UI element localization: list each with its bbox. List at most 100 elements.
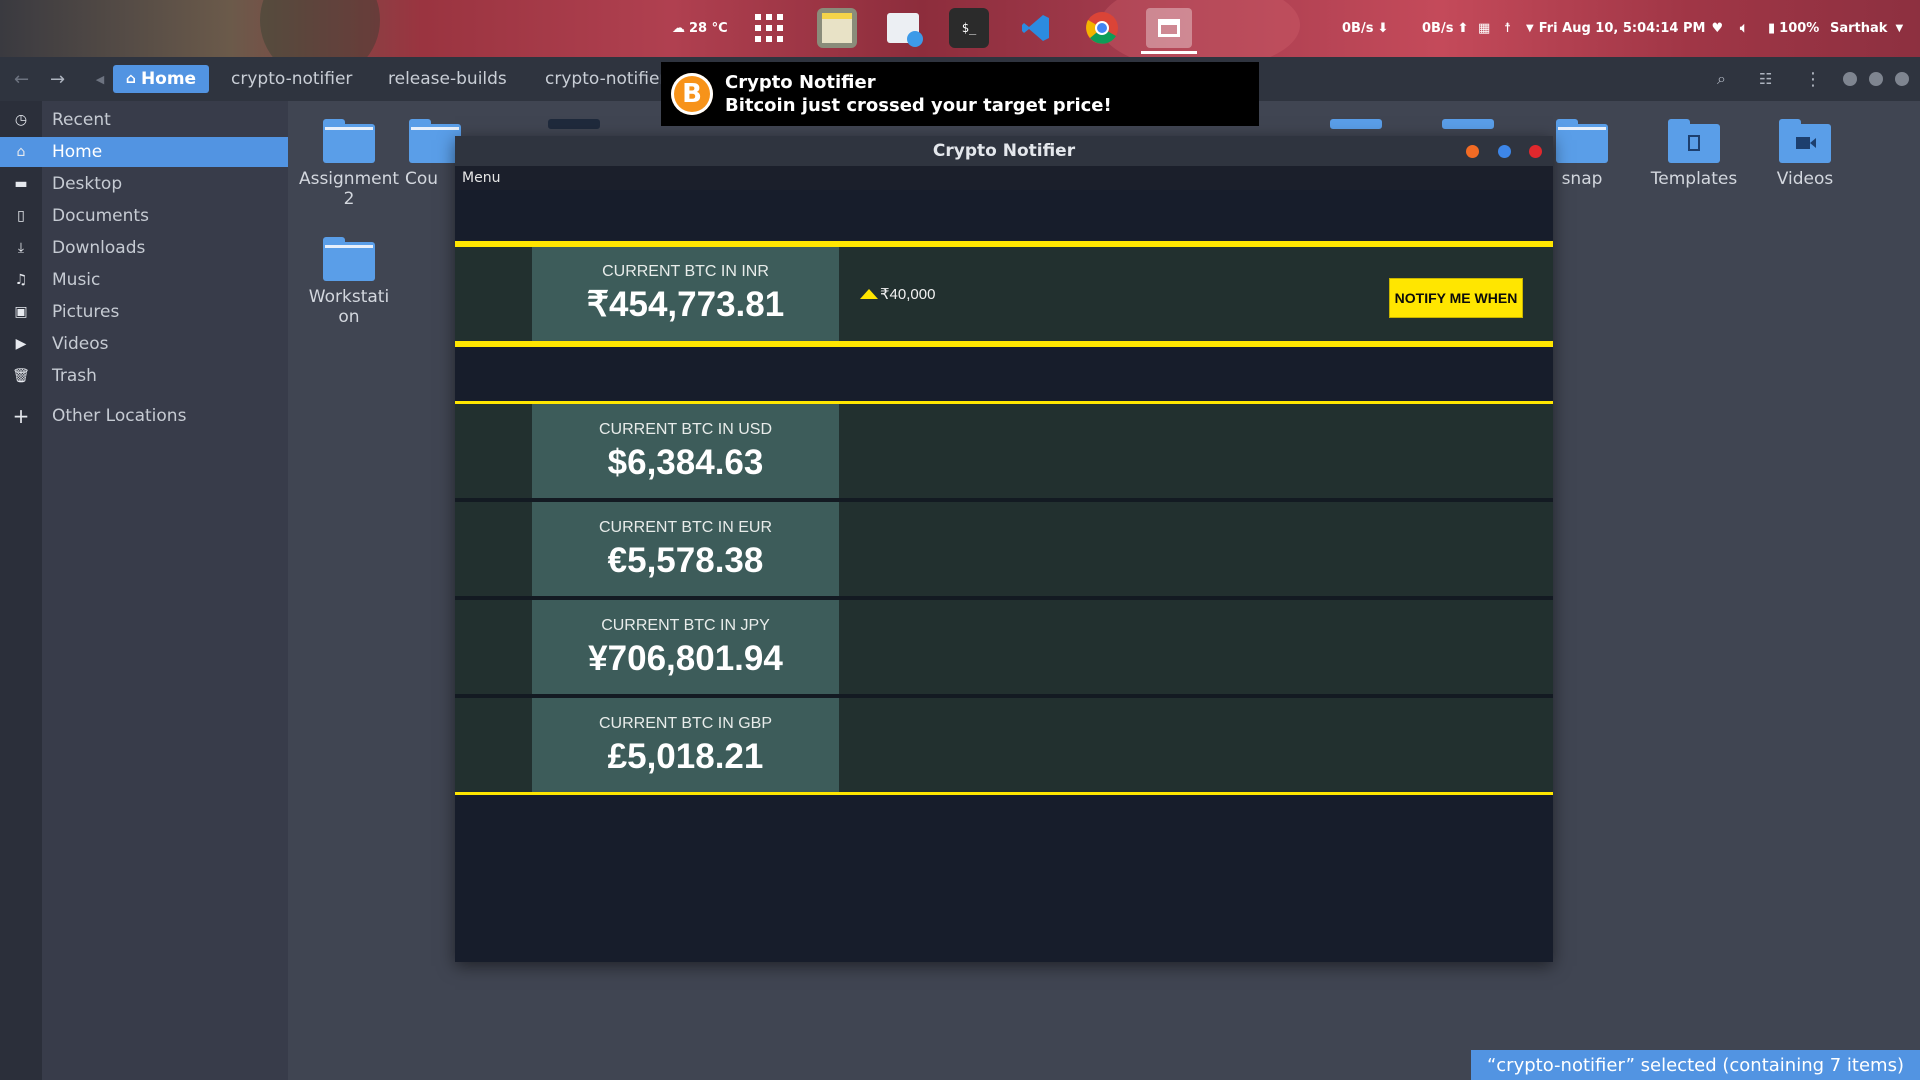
sidebar-item-label: Downloads [52, 238, 146, 258]
sidebar-item-label: Recent [52, 110, 111, 130]
inr-value: ₹454,773.81 [586, 285, 785, 324]
sidebar-item-videos[interactable]: ▶ Videos [0, 329, 288, 359]
sidebar-item-recent[interactable]: ◷ Recent [0, 105, 288, 135]
target-price: ₹40,000 [860, 285, 935, 303]
sidebar-item-other-locations[interactable]: + Other Locations [0, 401, 288, 431]
notification-title: Crypto Notifier [725, 72, 876, 93]
crumb-crypto-notifier-current[interactable]: crypto-notifier [545, 65, 666, 93]
wallpaper-decoration [260, 0, 380, 57]
store-icon[interactable] [883, 8, 923, 48]
volume-icon[interactable]: 🔈︎ [1740, 0, 1748, 57]
vscode-icon[interactable] [1016, 8, 1056, 48]
sidebar-item-label: Other Locations [52, 406, 187, 426]
folder-icon [1556, 119, 1608, 163]
minimize-button[interactable] [1843, 72, 1857, 86]
sidebar-item-label: Videos [52, 334, 109, 354]
jpy-caption: CURRENT BTC IN JPY [601, 617, 770, 634]
folder-label: Templates [1650, 169, 1738, 189]
battery-icon: ▮ [1768, 21, 1776, 36]
weather-indicator[interactable]: ☁ 28 °C [672, 0, 728, 57]
sidebar-item-trash[interactable]: 🗑︎ Trash [0, 361, 288, 391]
close-button[interactable] [1529, 145, 1542, 158]
wallpaper-decoration [1100, 0, 1300, 57]
usd-caption: CURRENT BTC IN USD [598, 421, 773, 438]
forward-button[interactable]: → [50, 57, 65, 101]
window-titlebar[interactable]: Crypto Notifier [455, 136, 1553, 166]
accessibility-icon[interactable]: ☨ [1504, 0, 1511, 57]
eur-price-box: CURRENT BTC IN EUR €5,578.38 [532, 502, 839, 596]
bitcoin-icon: B [671, 73, 713, 115]
inr-price-box: CURRENT BTC IN INR ₹454,773.81 [532, 247, 839, 341]
usd-value: $6,384.63 [607, 443, 764, 482]
terminal-icon[interactable]: $_ [949, 8, 989, 48]
folder-icon [1330, 119, 1382, 129]
folder-workstation[interactable]: Workstation [294, 237, 404, 327]
crumb-crypto-notifier[interactable]: crypto-notifier [231, 65, 352, 93]
weather-text: 28 °C [689, 21, 728, 36]
battery-indicator[interactable]: ▮ 100% [1768, 0, 1819, 57]
download-icon: ⤓ [17, 240, 25, 256]
battery-text: 100% [1779, 21, 1820, 36]
sidebar-item-home[interactable]: ⌂ Home [0, 137, 288, 167]
target-price-text: ₹40,000 [880, 286, 936, 303]
triangle-up-icon [860, 289, 878, 299]
folder-icon [409, 119, 461, 163]
sidebar-item-documents[interactable]: ▯ Documents [0, 201, 288, 231]
folder-icon [323, 119, 375, 163]
sidebar-item-downloads[interactable]: ⤓ Downloads [0, 233, 288, 263]
clock-icon: ◷ [14, 112, 28, 128]
folder-assignment[interactable]: Assignment 2 [294, 119, 404, 209]
files-icon[interactable] [817, 8, 857, 48]
sidebar-item-desktop[interactable]: ▬ Desktop [0, 169, 288, 199]
menu-kebab-icon[interactable]: ⋮ [1804, 57, 1822, 101]
inr-caption: CURRENT BTC IN INR [602, 263, 769, 280]
search-icon[interactable]: ⌕ [1717, 57, 1726, 101]
crumb-home[interactable]: ⌂ Home [113, 65, 209, 93]
gbp-price-box: CURRENT BTC IN GBP £5,018.21 [532, 698, 839, 792]
apps-grid-icon[interactable] [749, 8, 789, 48]
cloud-icon: ☁ [672, 21, 685, 36]
net-up-text: 0B/s [1422, 21, 1454, 36]
arrow-down-icon: ⬇ [1377, 21, 1389, 36]
net-down-text: 0B/s [1342, 21, 1374, 36]
top-panel: ☁ 28 °C $_ 0B/s ⬇ 0B/s ⬆ ▦ ☨ ▼ Fri Aug 1… [0, 0, 1920, 57]
arrow-up-icon: ⬆ [1457, 21, 1469, 36]
close-button[interactable] [1895, 72, 1909, 86]
sidebar-item-pictures[interactable]: ▣ Pictures [0, 297, 288, 327]
user-name: Sarthak [1830, 21, 1888, 36]
folder-label: Workstation [308, 287, 390, 327]
folder-templates[interactable]: Templates [1639, 119, 1749, 189]
folder-icon [548, 119, 600, 129]
window-icon[interactable] [1146, 8, 1192, 48]
folder-icon [1442, 119, 1494, 129]
usd-price-box: CURRENT BTC IN USD $6,384.63 [532, 404, 839, 498]
menu-item[interactable]: Menu [462, 170, 500, 186]
sidebar-item-label: Music [52, 270, 101, 290]
home-icon: ⌂ [125, 71, 136, 87]
desktop-icon: ▬ [14, 176, 28, 192]
notification-popup[interactable]: B Crypto Notifier Bitcoin just crossed y… [661, 62, 1259, 126]
status-floating-bar: “crypto-notifier” selected (containing 7… [1470, 1050, 1920, 1080]
notify-me-when-button[interactable]: NOTIFY ME WHEN [1389, 278, 1523, 318]
datetime-indicator[interactable]: ▼ Fri Aug 10, 5:04:14 PM ♥ [1526, 0, 1723, 57]
trash-icon: 🗑︎ [12, 368, 30, 384]
folder-videos[interactable]: Videos [1750, 119, 1860, 189]
eur-caption: CURRENT BTC IN EUR [598, 519, 773, 536]
user-menu[interactable]: Sarthak ▼ [1830, 0, 1903, 57]
maximize-button[interactable] [1869, 72, 1883, 86]
sidebar-item-music[interactable]: ♫ Music [0, 265, 288, 295]
keyboard-icon[interactable]: ▦ [1478, 0, 1490, 57]
minimize-button[interactable] [1466, 145, 1479, 158]
notification-body: Bitcoin just crossed your target price! [725, 95, 1112, 116]
maximize-button[interactable] [1498, 145, 1511, 158]
sidebar-item-label: Trash [52, 366, 97, 386]
chrome-icon[interactable] [1082, 8, 1122, 48]
path-left-arrow[interactable]: ◀ [88, 65, 112, 93]
folder-icon [323, 237, 375, 281]
crumb-release-builds[interactable]: release-builds [388, 65, 507, 93]
videos-folder-icon [1779, 119, 1831, 163]
wifi-icon: ♥ [1711, 21, 1724, 36]
back-button[interactable]: ← [14, 57, 29, 101]
eur-value: €5,578.38 [607, 541, 764, 580]
view-toggle-icon[interactable]: ☷ [1759, 57, 1772, 101]
